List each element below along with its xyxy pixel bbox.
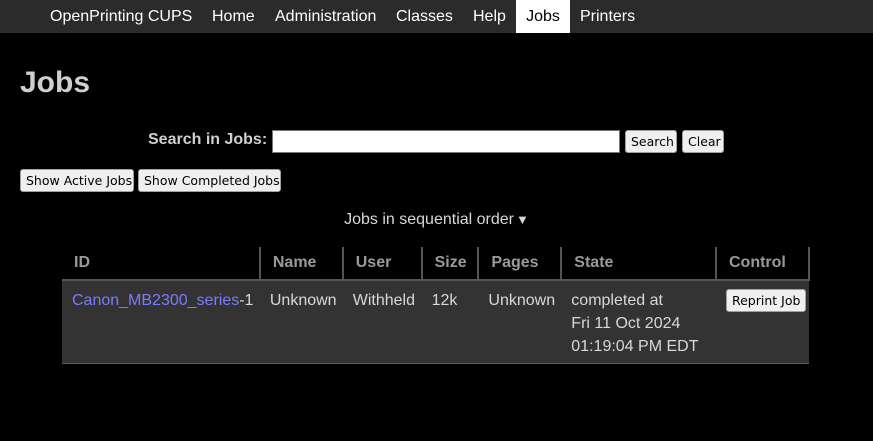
sort-toggle-icon[interactable]: ▼ xyxy=(516,212,529,227)
column-header-pages: Pages xyxy=(478,247,563,281)
sort-order-indicator: Jobs in sequential order ▼ xyxy=(0,211,873,229)
job-id-cell: Canon_MB2300_series-1 xyxy=(62,280,260,364)
page-title: Jobs xyxy=(20,66,91,99)
nav-item-classes[interactable]: Classes xyxy=(386,0,463,33)
reprint-job-button[interactable]: Reprint Job xyxy=(725,289,807,312)
column-header-user: User xyxy=(342,247,423,281)
search-label: Search in Jobs: xyxy=(148,131,268,148)
column-header-name: Name xyxy=(259,247,344,281)
job-control-cell: Reprint Job xyxy=(715,280,809,364)
column-header-state: State xyxy=(561,247,717,281)
nav-item-jobs[interactable]: Jobs xyxy=(516,0,570,33)
nav-item-help[interactable]: Help xyxy=(463,0,516,33)
job-state-line-2: Fri 11 Oct 2024 xyxy=(571,315,681,332)
jobs-table: ID Name User Size Pages State Control Ca… xyxy=(62,247,811,364)
clear-button[interactable]: Clear xyxy=(682,130,724,153)
job-pages-cell: Unknown xyxy=(478,280,562,364)
show-active-jobs-button[interactable]: Show Active Jobs xyxy=(20,169,134,192)
column-header-id: ID xyxy=(62,247,261,281)
show-completed-jobs-button[interactable]: Show Completed Jobs xyxy=(138,169,281,192)
job-printer-link[interactable]: Canon_MB2300_series xyxy=(72,292,239,309)
job-state-line-1: completed at xyxy=(571,292,663,309)
top-navbar: OpenPrinting CUPS Home Administration Cl… xyxy=(0,0,873,33)
nav-brand[interactable]: OpenPrinting CUPS xyxy=(40,0,202,33)
job-id-suffix: -1 xyxy=(239,292,254,309)
table-row: Canon_MB2300_series-1 Unknown Withheld 1… xyxy=(62,280,809,364)
column-header-size: Size xyxy=(421,247,480,281)
job-user-cell: Withheld xyxy=(342,280,422,364)
job-state-line-3: 01:19:04 PM EDT xyxy=(571,338,699,355)
column-header-control: Control xyxy=(715,247,811,281)
nav-item-administration[interactable]: Administration xyxy=(265,0,386,33)
sort-order-label: Jobs in sequential order xyxy=(344,211,514,228)
nav-item-home[interactable]: Home xyxy=(202,0,265,33)
job-size-cell: 12k xyxy=(421,280,479,364)
job-name-cell: Unknown xyxy=(259,280,343,364)
job-state-cell: completed at Fri 11 Oct 2024 01:19:04 PM… xyxy=(561,280,716,364)
nav-item-printers[interactable]: Printers xyxy=(570,0,645,33)
search-input[interactable] xyxy=(272,130,620,153)
search-button[interactable]: Search xyxy=(625,130,677,153)
